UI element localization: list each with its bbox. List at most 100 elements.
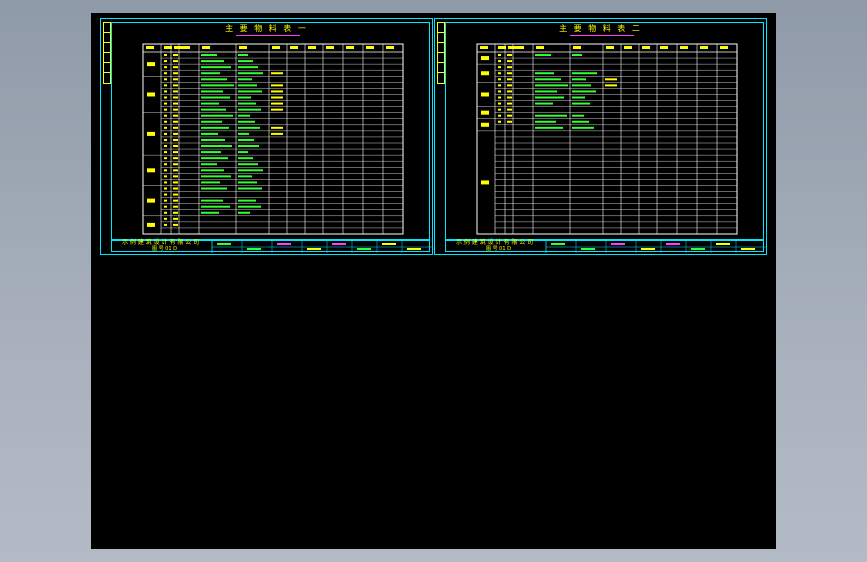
row-name-mark [201, 120, 222, 123]
material-table [142, 43, 404, 235]
row-index-mark [164, 96, 167, 99]
row-name-mark [201, 211, 219, 214]
row-code-mark [173, 138, 178, 141]
row-spec-mark [238, 205, 261, 208]
row-note-mark [271, 126, 283, 129]
row-code-mark [507, 120, 512, 123]
row-spec-mark [238, 66, 258, 69]
row-code-mark [173, 120, 178, 123]
row-spec-mark [572, 72, 597, 75]
row-index-mark [164, 84, 167, 87]
row-code-mark [173, 169, 178, 172]
row-spec-mark [238, 60, 253, 63]
table-border [476, 43, 738, 235]
row-index-mark [164, 169, 167, 172]
row-index-mark [164, 163, 167, 166]
row-index-mark [498, 90, 501, 93]
row-spec-mark [238, 151, 248, 154]
group-label-mark [147, 92, 155, 97]
row-note-mark [271, 72, 283, 75]
row-spec-mark [238, 126, 260, 129]
row-index-mark [164, 199, 167, 202]
row-code-mark [173, 187, 178, 190]
group-label-mark [147, 62, 155, 67]
row-index-mark [498, 96, 501, 99]
row-name-mark [201, 114, 233, 117]
row-index-mark [498, 102, 501, 105]
row-index-mark [164, 187, 167, 190]
header-label-mark [290, 46, 298, 49]
row-name-mark [201, 54, 217, 57]
row-name-mark [201, 84, 234, 87]
row-spec-mark [238, 72, 263, 75]
header-label-mark [386, 46, 394, 49]
row-name-mark [201, 60, 224, 63]
row-name-mark [201, 138, 225, 141]
row-note-mark [605, 84, 617, 87]
row-index-mark [164, 66, 167, 69]
row-index-mark [498, 78, 501, 81]
header-label-mark [700, 46, 708, 49]
title-block-field-mark [277, 243, 291, 245]
row-name-mark [535, 120, 556, 123]
header-label-mark [720, 46, 728, 49]
row-index-mark [498, 120, 501, 123]
row-name-mark [201, 175, 231, 178]
drawing-sheet-1: 主 要 物 料 表 一 示 例 建 筑 设 计 有 限 公 司 图 号 01 D [100, 18, 433, 255]
title-block-field-mark [247, 248, 261, 250]
row-spec-mark [572, 84, 591, 87]
row-spec-mark [238, 90, 262, 93]
row-name-mark [535, 96, 564, 99]
title-block-field-mark [666, 243, 680, 245]
row-code-mark [173, 217, 178, 220]
title-block-field-mark [307, 248, 321, 250]
row-spec-mark [572, 102, 590, 105]
row-index-mark [164, 175, 167, 178]
row-spec-mark [238, 181, 257, 184]
header-label-mark [202, 46, 210, 49]
row-index-mark [164, 90, 167, 93]
row-index-mark [498, 60, 501, 63]
header-label-mark [642, 46, 650, 49]
title-block-grid [211, 241, 433, 253]
title-block-field-mark [581, 248, 595, 250]
row-index-mark [164, 157, 167, 160]
row-spec-mark [238, 120, 255, 123]
row-spec-mark [572, 78, 586, 81]
header-label-mark [366, 46, 374, 49]
row-code-mark [173, 205, 178, 208]
row-spec-mark [572, 120, 589, 123]
row-note-mark [271, 84, 283, 87]
row-code-mark [173, 102, 178, 105]
cad-viewport[interactable]: 主 要 物 料 表 一 示 例 建 筑 设 计 有 限 公 司 图 号 01 D… [91, 13, 776, 549]
row-code-mark [173, 157, 178, 160]
row-spec-mark [238, 138, 254, 141]
row-code-mark [507, 78, 512, 81]
title-block-field-mark [716, 243, 730, 245]
header-label-mark [164, 46, 172, 49]
row-code-mark [507, 90, 512, 93]
group-label-mark [481, 110, 489, 115]
row-code-mark [507, 54, 512, 57]
header-label-mark [480, 46, 488, 49]
title-block-field-mark [332, 243, 346, 245]
row-index-mark [498, 108, 501, 111]
group-label-mark [481, 56, 489, 61]
row-name-mark [535, 54, 551, 57]
row-code-mark [173, 132, 178, 135]
title-block-field-mark [382, 243, 396, 245]
group-label-mark [481, 180, 489, 185]
group-label-mark [147, 222, 155, 227]
title-block: 示 例 建 筑 设 计 有 限 公 司 图 号 01 D [111, 239, 433, 253]
group-label-mark [147, 168, 155, 173]
row-name-mark [201, 78, 227, 81]
header-label-mark [516, 46, 524, 49]
row-code-mark [173, 126, 178, 129]
row-note-mark [271, 90, 283, 93]
row-index-mark [498, 114, 501, 117]
material-table [476, 43, 738, 235]
row-index-mark [164, 72, 167, 75]
row-index-mark [164, 54, 167, 57]
row-index-mark [164, 217, 167, 220]
row-code-mark [173, 72, 178, 75]
